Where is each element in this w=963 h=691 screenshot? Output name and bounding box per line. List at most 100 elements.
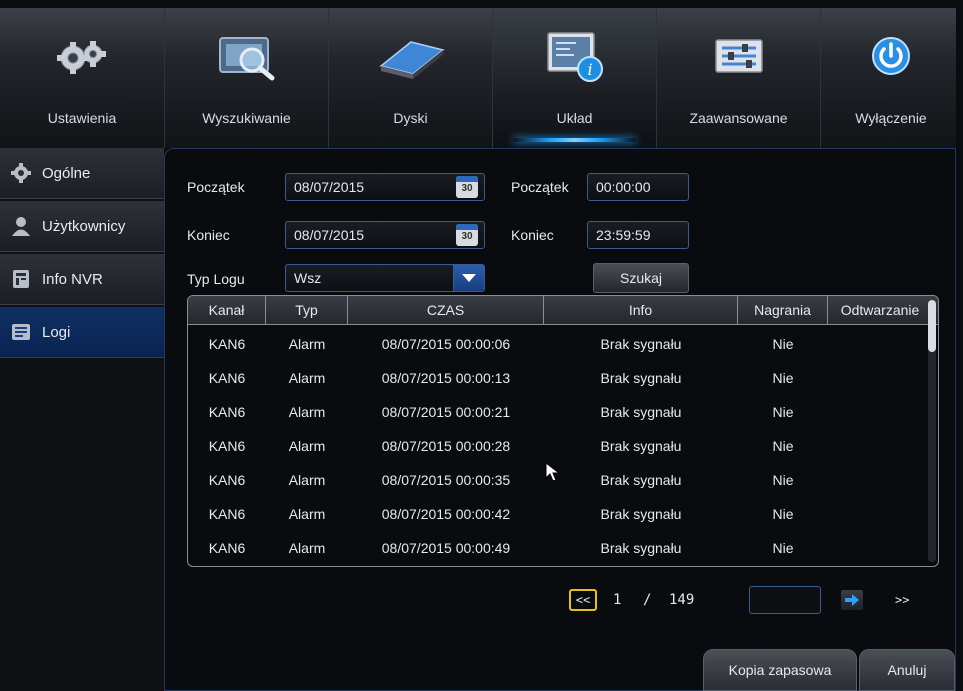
total-pages: 149 (669, 592, 695, 608)
log-panel: Początek 08/07/2015 30 Początek 00:00:00… (164, 148, 956, 691)
top-nav: Ustawienia Wyszukiwanie Dyski i Układ Za… (0, 8, 956, 148)
sidebar-item-label: Logi (42, 323, 71, 341)
tab-ustawienia[interactable]: Ustawienia (0, 8, 165, 148)
power-icon (866, 22, 916, 92)
sidebar-item-label: Info NVR (42, 270, 103, 288)
cell-nagrania: Nie (772, 438, 794, 454)
previous-page-button[interactable]: << (569, 589, 597, 611)
table-row[interactable]: KAN6 Alarm 08/07/2015 00:00:28 Brak sygn… (188, 429, 924, 463)
sidebar-item-ogolne[interactable]: Ogólne (0, 148, 164, 199)
current-page: 1 (613, 592, 622, 608)
end-time-label: Koniec (511, 227, 554, 243)
sidebar: Ogólne Użytkownicy Info NVR Logi (0, 148, 164, 691)
column-header-czas: CZAS (348, 296, 544, 324)
gear-icon (10, 162, 32, 184)
gears-icon (47, 22, 117, 92)
page-separator: / (643, 592, 652, 608)
cancel-button[interactable]: Anuluj (859, 649, 955, 691)
log-type-label: Typ Logu (187, 271, 245, 287)
next-page-button[interactable]: >> (895, 593, 909, 607)
cell-info: Brak sygnału (600, 472, 682, 488)
cell-typ: Alarm (288, 540, 326, 556)
start-time-field[interactable]: 00:00:00 (587, 173, 689, 201)
start-date-field[interactable]: 08/07/2015 30 (285, 173, 485, 201)
cell-info: Brak sygnału (600, 404, 682, 420)
table-row[interactable]: KAN6 Alarm 08/07/2015 00:00:49 Brak sygn… (188, 531, 924, 565)
tab-label: Dyski (393, 110, 428, 126)
calendar-day: 30 (461, 231, 473, 242)
tab-label: Wyłączenie (855, 110, 927, 126)
end-date-value: 08/07/2015 (294, 227, 365, 243)
start-date-value: 08/07/2015 (294, 179, 365, 195)
sliders-icon (704, 22, 774, 92)
log-table: Kanał Typ CZAS Info Nagrania Odtwarzanie… (187, 295, 939, 567)
tab-dyski[interactable]: Dyski (329, 8, 493, 148)
start-time-value: 00:00:00 (596, 179, 651, 195)
search-video-icon (212, 22, 282, 92)
tab-uklad[interactable]: i Układ (493, 8, 657, 148)
cell-typ: Alarm (288, 506, 326, 522)
cell-czas: 08/07/2015 00:00:13 (381, 370, 511, 386)
column-header-nagrania: Nagrania (738, 296, 828, 324)
mouse-cursor-icon (545, 461, 561, 487)
end-time-value: 23:59:59 (596, 227, 651, 243)
end-date-label: Koniec (187, 227, 230, 243)
tab-wyszukiwanie[interactable]: Wyszukiwanie (165, 8, 329, 148)
chevron-down-icon[interactable] (453, 265, 484, 291)
nvr-window: Ustawienia Wyszukiwanie Dyski i Układ Za… (0, 8, 956, 691)
svg-text:i: i (587, 60, 592, 79)
cell-typ: Alarm (288, 472, 326, 488)
cell-nagrania: Nie (772, 472, 794, 488)
cell-czas: 08/07/2015 00:00:06 (381, 336, 511, 352)
cell-typ: Alarm (288, 438, 326, 454)
system-info-icon: i (540, 22, 610, 92)
table-row[interactable]: KAN6 Alarm 08/07/2015 00:00:21 Brak sygn… (188, 395, 924, 429)
calendar-icon[interactable]: 30 (456, 224, 478, 246)
sidebar-item-label: Ogólne (42, 164, 91, 182)
cell-kanal: KAN6 (208, 438, 246, 454)
cell-czas: 08/07/2015 00:00:21 (381, 404, 511, 420)
calendar-icon[interactable]: 30 (456, 176, 478, 198)
start-time-label: Początek (511, 179, 569, 195)
cell-kanal: KAN6 (208, 370, 246, 386)
tab-wylaczenie[interactable]: Wyłączenie (821, 8, 961, 148)
end-time-field[interactable]: 23:59:59 (587, 221, 689, 249)
table-row[interactable]: KAN6 Alarm 08/07/2015 00:00:06 Brak sygn… (188, 327, 924, 361)
tab-label: Układ (556, 110, 593, 126)
cell-info: Brak sygnału (600, 506, 682, 522)
table-header: Kanał Typ CZAS Info Nagrania Odtwarzanie (188, 296, 938, 325)
tab-label: Zaawansowane (689, 110, 788, 126)
table-row[interactable]: KAN6 Alarm 08/07/2015 00:00:13 Brak sygn… (188, 361, 924, 395)
sidebar-item-info-nvr[interactable]: Info NVR (0, 254, 164, 305)
scrollbar-thumb[interactable] (928, 300, 936, 352)
sidebar-item-uzytkownicy[interactable]: Użytkownicy (0, 201, 164, 252)
cell-czas: 08/07/2015 00:00:49 (381, 540, 511, 556)
end-date-field[interactable]: 08/07/2015 30 (285, 221, 485, 249)
calendar-day: 30 (461, 183, 473, 194)
cell-typ: Alarm (288, 404, 326, 420)
cell-info: Brak sygnału (600, 370, 682, 386)
sidebar-item-label: Użytkownicy (42, 217, 126, 235)
cell-info: Brak sygnału (600, 336, 682, 352)
user-icon (10, 215, 32, 237)
tab-label: Ustawienia (47, 110, 117, 126)
cell-kanal: KAN6 (208, 506, 246, 522)
cell-czas: 08/07/2015 00:00:42 (381, 506, 511, 522)
search-button[interactable]: Szukaj (593, 263, 689, 293)
table-row[interactable]: KAN6 Alarm 08/07/2015 00:00:42 Brak sygn… (188, 497, 924, 531)
sidebar-item-logi[interactable]: Logi (0, 307, 164, 358)
cell-czas: 08/07/2015 00:00:35 (381, 472, 511, 488)
cell-info: Brak sygnału (600, 438, 682, 454)
column-header-kanal: Kanał (188, 296, 266, 324)
log-type-select[interactable]: Wsz (285, 264, 485, 292)
cell-nagrania: Nie (772, 404, 794, 420)
backup-button[interactable]: Kopia zapasowa (703, 649, 857, 691)
cell-nagrania: Nie (772, 506, 794, 522)
tab-zaawansowane[interactable]: Zaawansowane (657, 8, 821, 148)
cell-nagrania: Nie (772, 336, 794, 352)
start-date-label: Początek (187, 179, 245, 195)
go-arrow-icon[interactable] (841, 590, 863, 610)
info-icon (10, 268, 32, 290)
page-jump-input[interactable] (749, 586, 821, 614)
column-header-typ: Typ (266, 296, 348, 324)
